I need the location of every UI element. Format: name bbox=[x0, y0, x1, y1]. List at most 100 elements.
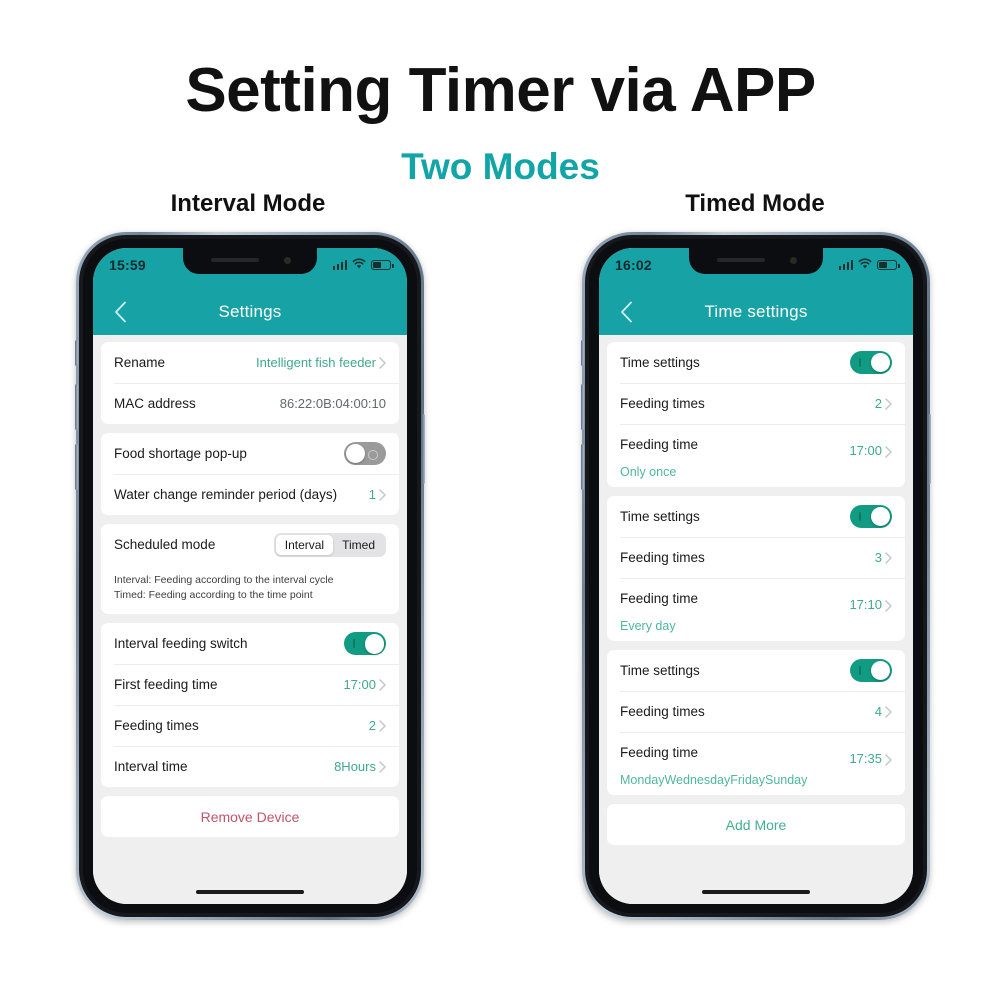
row-top: Feeding time 17:35 bbox=[620, 739, 892, 766]
row-value: 17:10 bbox=[849, 597, 882, 612]
settings-row-toggle[interactable]: Interval feeding switch bbox=[101, 623, 399, 664]
battery-icon bbox=[371, 260, 394, 270]
wifi-icon bbox=[858, 256, 872, 274]
settings-row-segmented: Scheduled mode Interval Timed bbox=[101, 524, 399, 565]
row-label: First feeding time bbox=[114, 677, 218, 693]
segment-option[interactable]: Interval bbox=[275, 534, 334, 555]
volume-down-button[interactable] bbox=[75, 444, 78, 490]
row-label: Interval time bbox=[114, 759, 188, 775]
toggle-knob bbox=[870, 506, 891, 527]
toggle-switch[interactable] bbox=[344, 442, 386, 465]
settings-row[interactable]: Feeding times 3 bbox=[607, 537, 905, 578]
row-value: 2 bbox=[368, 718, 376, 734]
settings-row[interactable]: Rename Intelligent fish feeder bbox=[101, 342, 399, 383]
row-top: Feeding time 17:10 bbox=[620, 585, 892, 612]
add-more-button[interactable]: Add More bbox=[607, 804, 905, 845]
settings-card: Time settings Feeding times 2 Feeding time 1… bbox=[607, 342, 905, 487]
page-title: Setting Timer via APP bbox=[185, 56, 816, 125]
nav-bar: Settings bbox=[93, 289, 407, 335]
toggle-switch[interactable] bbox=[344, 632, 386, 656]
chevron-right-icon bbox=[885, 705, 892, 718]
settings-row-toggle[interactable]: Time settings bbox=[607, 342, 905, 383]
settings-row-twoline[interactable]: Feeding time 17:00 Only once bbox=[607, 424, 905, 487]
chevron-left-icon[interactable] bbox=[613, 299, 639, 325]
row-value-group: 17:00 bbox=[849, 443, 892, 458]
status-icons bbox=[332, 256, 394, 274]
row-value-group: 17:35 bbox=[849, 751, 892, 766]
settings-card: Time settings Feeding times 3 Feeding time 1… bbox=[607, 496, 905, 641]
row-subtitle: Only once bbox=[620, 465, 677, 479]
volume-down-button[interactable] bbox=[581, 444, 584, 490]
row-label: Feeding times bbox=[620, 550, 705, 565]
row-value-group: 2 bbox=[369, 718, 386, 733]
settings-row[interactable]: Water change reminder period (days) 1 bbox=[101, 474, 399, 515]
row-label: Feeding time bbox=[620, 437, 699, 452]
chevron-right-icon bbox=[379, 720, 386, 732]
settings-row[interactable]: Feeding times 4 bbox=[607, 691, 905, 732]
toggle-indicator bbox=[353, 639, 355, 649]
row-value: 8Hours bbox=[334, 759, 376, 775]
action-label: Add More bbox=[725, 816, 787, 833]
settings-card: Scheduled mode Interval Timed Interval: Fee… bbox=[101, 524, 399, 615]
chevron-right-icon bbox=[885, 446, 892, 458]
toggle-indicator bbox=[368, 449, 378, 460]
phone-mockup-timed-mode: 16:02 Time settings Time settings Feedin… bbox=[581, 232, 931, 920]
row-value: 86:22:0B:04:00:10 bbox=[279, 396, 386, 411]
row-top: Feeding time 17:00 bbox=[620, 431, 892, 458]
row-value: 17:00 bbox=[849, 443, 882, 458]
segment-option[interactable]: Timed bbox=[333, 535, 384, 555]
toggle-knob bbox=[364, 634, 385, 654]
settings-row[interactable]: Feeding times 2 bbox=[101, 705, 399, 746]
toggle-switch[interactable] bbox=[850, 505, 892, 528]
toggle-switch[interactable] bbox=[850, 659, 892, 682]
settings-row-toggle[interactable]: Time settings bbox=[607, 496, 905, 537]
front-camera bbox=[790, 257, 797, 264]
settings-card: Rename Intelligent fish feeder MAC address… bbox=[101, 342, 399, 424]
power-button[interactable] bbox=[422, 414, 425, 484]
toggle-switch[interactable] bbox=[850, 351, 892, 374]
settings-row[interactable]: MAC address 86:22:0B:04:00:10 bbox=[101, 383, 399, 424]
silent-switch[interactable] bbox=[581, 340, 584, 366]
settings-card: Remove Device bbox=[101, 796, 399, 838]
page-subtitle: Two Modes bbox=[401, 146, 600, 187]
toggle-knob bbox=[870, 660, 891, 681]
notch bbox=[689, 248, 823, 274]
settings-row[interactable]: First feeding time 17:00 bbox=[101, 664, 399, 705]
row-label: Feeding times bbox=[114, 718, 199, 734]
row-value-group: 3 bbox=[875, 550, 892, 565]
chevron-left-icon[interactable] bbox=[107, 299, 133, 325]
row-value: 3 bbox=[874, 550, 882, 565]
row-label: Time settings bbox=[620, 355, 700, 370]
home-indicator[interactable] bbox=[196, 890, 304, 894]
toggle-knob bbox=[345, 443, 366, 464]
row-label: Food shortage pop-up bbox=[114, 446, 247, 461]
volume-up-button[interactable] bbox=[581, 384, 584, 430]
row-value-group: 4 bbox=[875, 704, 892, 719]
status-time: 16:02 bbox=[615, 257, 652, 273]
silent-switch[interactable] bbox=[75, 340, 78, 366]
notch bbox=[183, 248, 317, 274]
row-value: Intelligent fish feeder bbox=[256, 355, 376, 370]
row-value-group: 1 bbox=[369, 487, 386, 502]
app-body: Rename Intelligent fish feeder MAC address… bbox=[93, 335, 407, 904]
segmented-control[interactable]: Interval Timed bbox=[273, 532, 386, 557]
remove-device-button[interactable]: Remove Device bbox=[101, 796, 399, 837]
status-time: 15:59 bbox=[109, 257, 146, 273]
settings-row[interactable]: Interval time 8Hours bbox=[101, 746, 399, 787]
toggle-indicator bbox=[859, 512, 861, 521]
chevron-right-icon bbox=[379, 488, 386, 501]
helper-note: Interval: Feeding according to the inter… bbox=[101, 565, 399, 614]
toggle-knob bbox=[870, 352, 891, 373]
settings-row-twoline[interactable]: Feeding time 17:35 MondayWednesdayFridaySu… bbox=[607, 732, 905, 795]
row-label: Time settings bbox=[620, 509, 700, 524]
toggle-indicator bbox=[859, 358, 861, 367]
settings-row-twoline[interactable]: Feeding time 17:10 Every day bbox=[607, 578, 905, 641]
volume-up-button[interactable] bbox=[75, 384, 78, 430]
power-button[interactable] bbox=[928, 414, 931, 484]
earpiece-speaker bbox=[211, 258, 259, 262]
home-indicator[interactable] bbox=[702, 890, 810, 894]
chevron-right-icon bbox=[885, 551, 892, 564]
settings-row-toggle[interactable]: Food shortage pop-up bbox=[101, 433, 399, 474]
settings-row[interactable]: Feeding times 2 bbox=[607, 383, 905, 424]
settings-row-toggle[interactable]: Time settings bbox=[607, 650, 905, 691]
